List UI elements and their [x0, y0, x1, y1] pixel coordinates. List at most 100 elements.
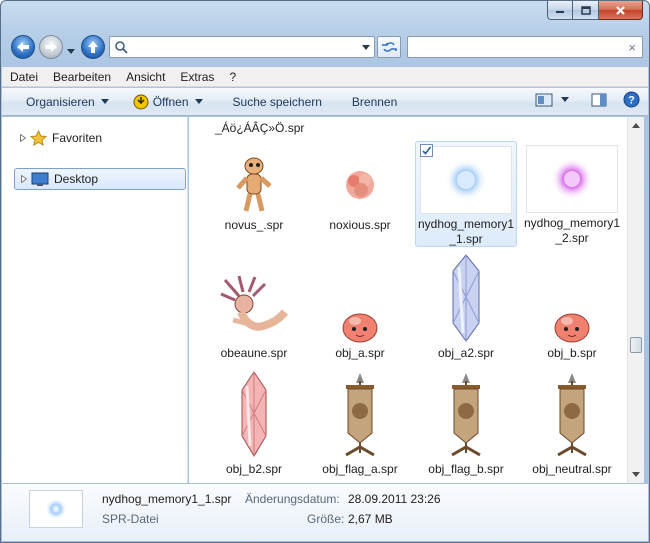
file-name: obj_neutral.spr [532, 462, 612, 476]
details-size-value: 2,67 MB [348, 512, 393, 526]
tree-item-desktop[interactable]: Desktop [14, 168, 186, 190]
chevron-down-icon [67, 49, 75, 54]
chevron-up-icon [632, 123, 640, 128]
preview-pane-button[interactable] [591, 93, 607, 107]
maximize-button[interactable] [573, 1, 599, 20]
navigation-bar: × [9, 34, 643, 62]
menu-datei[interactable]: Datei [10, 70, 38, 84]
organize-button[interactable]: Organisieren [18, 91, 117, 113]
file-tile[interactable]: obj_a.spr [309, 273, 411, 361]
details-size-label: Größe: [307, 512, 345, 526]
selection-checkbox[interactable] [420, 144, 433, 157]
sprite-blue-orb [420, 146, 512, 214]
preview-pane-icon [591, 93, 607, 106]
menu-extras[interactable]: Extras [180, 70, 214, 84]
arrow-left-icon [17, 42, 29, 52]
menu-ansicht[interactable]: Ansicht [126, 70, 165, 84]
expand-triangle-icon[interactable] [17, 175, 31, 183]
file-tile[interactable]: obj_flag_a.spr [309, 369, 411, 477]
tree-item-favorites[interactable]: Favoriten [16, 127, 102, 149]
view-icon [535, 93, 553, 106]
help-icon: ? [623, 91, 640, 108]
burn-button[interactable]: Brennen [344, 91, 405, 113]
sprite-pink-blob [521, 273, 623, 343]
change-view-button[interactable] [535, 93, 569, 107]
minimize-icon [556, 11, 564, 13]
details-modified-value: 28.09.2011 23:26 [348, 492, 441, 506]
sprite-banner [415, 369, 517, 459]
expand-triangle-icon[interactable] [16, 134, 30, 142]
refresh-icon [382, 42, 397, 52]
sprite-novus [203, 155, 305, 215]
file-tile[interactable]: obj_flag_b.spr [415, 369, 517, 477]
file-name: novus_.spr [224, 218, 284, 232]
file-tile[interactable]: obeaune.spr [203, 273, 305, 361]
caption-buttons [547, 1, 643, 20]
up-button[interactable] [81, 35, 105, 59]
menu-bar: Datei Bearbeiten Ansicht Extras ? [2, 67, 648, 87]
maximize-icon [580, 5, 591, 15]
sprite-banner [309, 369, 411, 459]
recent-pages-button[interactable] [67, 43, 75, 57]
view-controls: ? [525, 91, 640, 108]
file-view: _Áö¿ÁÂÇ»Ö.spr novus_.spr noxious.spr nyd… [189, 117, 627, 483]
menu-bearbeiten[interactable]: Bearbeiten [53, 70, 111, 84]
vertical-scrollbar[interactable] [627, 117, 644, 483]
chevron-down-icon[interactable] [362, 45, 370, 50]
address-bar[interactable] [109, 36, 375, 58]
arrow-right-icon [45, 42, 57, 52]
chevron-down-icon [632, 472, 640, 477]
svg-text:?: ? [628, 95, 635, 107]
folder-icon [115, 41, 128, 54]
open-with-icon [133, 94, 149, 109]
details-pane: nydhog_memory1_1.spr SPR-Datei Änderungs… [2, 483, 648, 541]
file-name: nydhog_memory1_1.spr [417, 217, 515, 246]
close-icon [616, 5, 625, 15]
clear-search-icon[interactable]: × [628, 40, 636, 55]
file-tile[interactable]: obj_b.spr [521, 273, 623, 361]
search-input[interactable]: × [407, 36, 643, 58]
favorites-label: Favoriten [52, 131, 103, 145]
scroll-down-arrow[interactable] [628, 466, 644, 483]
scrollbar-thumb[interactable] [630, 337, 642, 353]
file-name: noxious.spr [329, 218, 391, 232]
forward-button[interactable] [39, 35, 63, 59]
menu-help[interactable]: ? [229, 70, 236, 84]
details-modified-label: Änderungsdatum: [245, 492, 340, 506]
navigation-pane: Favoriten Desktop [2, 117, 188, 483]
desktop-icon [31, 172, 49, 186]
chevron-down-icon [100, 99, 109, 104]
file-name: nydhog_memory1_2.spr [523, 216, 621, 245]
save-search-label: Suche speichern [232, 94, 322, 109]
file-name: obj_a2.spr [437, 346, 495, 360]
open-button[interactable]: Öffnen [125, 91, 211, 113]
file-name: obj_flag_b.spr [428, 462, 504, 476]
scroll-up-arrow[interactable] [628, 117, 644, 134]
close-button[interactable] [599, 1, 643, 20]
sprite-purple-orb [526, 145, 618, 213]
back-button[interactable] [11, 35, 35, 59]
minimize-button[interactable] [547, 1, 573, 20]
file-tile-selected[interactable]: nydhog_memory1_1.spr [415, 141, 517, 247]
file-tile[interactable]: obj_a2.spr [415, 253, 517, 361]
file-name: obj_a.spr [335, 346, 385, 360]
file-tile[interactable]: obj_b2.spr [203, 369, 305, 477]
details-file-type: SPR-Datei [102, 512, 159, 526]
open-label: Öffnen [152, 94, 189, 109]
refresh-button[interactable] [377, 36, 401, 58]
save-search-button[interactable]: Suche speichern [225, 91, 330, 113]
chevron-down-icon [194, 99, 203, 104]
desktop-label: Desktop [54, 172, 99, 186]
sprite-obeaune [218, 273, 290, 343]
sprite-pink-crystal [203, 369, 305, 459]
file-name: obj_b.spr [547, 346, 597, 360]
file-tile[interactable]: nydhog_memory1_2.spr [521, 141, 623, 246]
file-tile[interactable]: novus_.spr [203, 155, 305, 233]
star-icon [30, 130, 47, 146]
sprite-blue-crystal [415, 253, 517, 343]
file-tile[interactable]: noxious.spr [309, 155, 411, 233]
organize-label: Organisieren [26, 94, 95, 109]
help-button[interactable]: ? [623, 91, 640, 108]
file-tile[interactable]: obj_neutral.spr [521, 369, 623, 477]
details-file-name: nydhog_memory1_1.spr [102, 492, 232, 506]
